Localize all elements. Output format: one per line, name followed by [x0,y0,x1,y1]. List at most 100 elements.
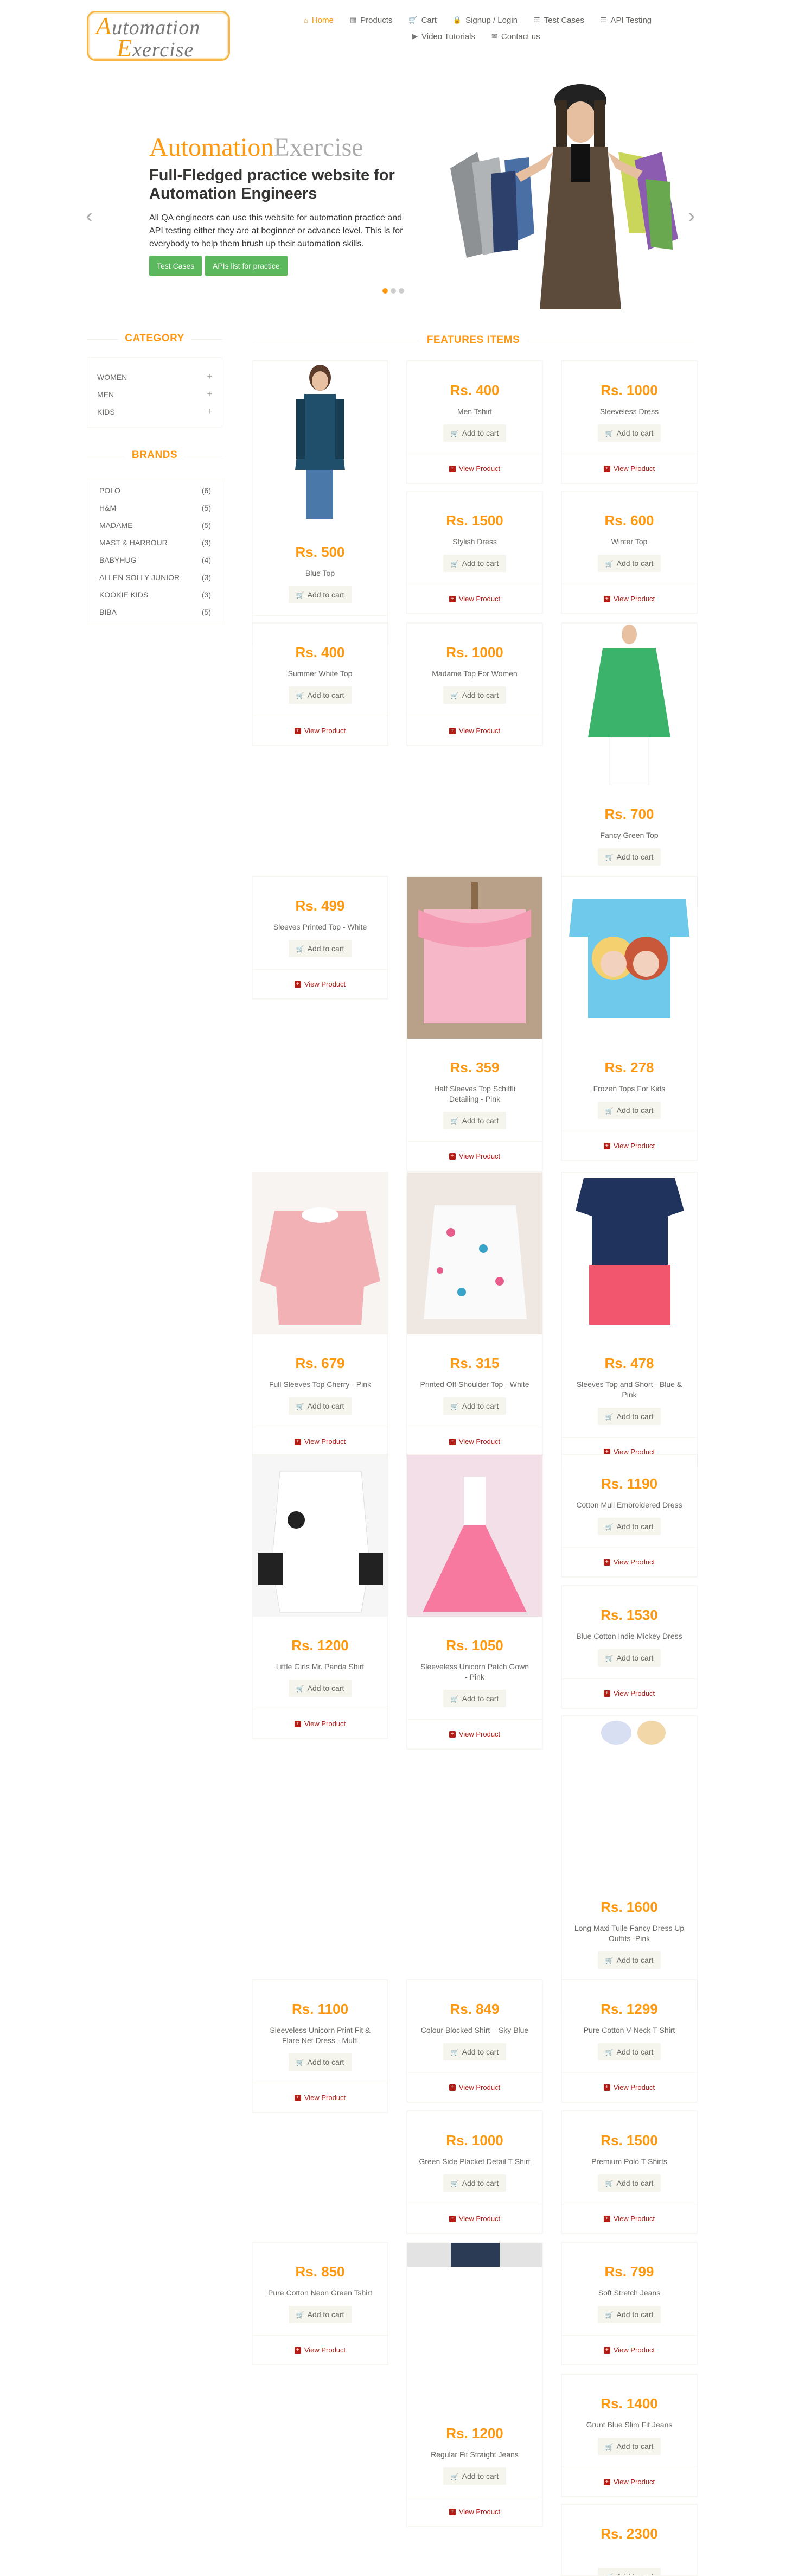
nav-api-testing[interactable]: ☰ API Testing [601,14,652,26]
slider-prev-icon[interactable]: ‹ [86,205,93,227]
add-to-cart-button[interactable]: 🛒Add to cart [597,424,661,442]
add-to-cart-button[interactable]: 🛒Add to cart [443,2043,507,2060]
view-product-label: View Product [458,727,501,735]
add-to-cart-button[interactable]: 🛒Add to cart [288,686,352,704]
slider-dot-1[interactable] [382,288,388,294]
nav-contact-us[interactable]: ✉ Contact us [491,30,540,42]
add-to-cart-button[interactable]: 🛒Add to cart [288,1680,352,1697]
add-to-cart-button[interactable]: 🛒Add to cart [597,1518,661,1535]
brand-item[interactable]: MADAME (5) [99,521,211,530]
nav-test-cases[interactable]: ☰ Test Cases [534,14,584,26]
product-card: Rs. 1100 Sleeveless Unicorn Print Fit & F… [252,1980,388,2113]
add-to-cart-button[interactable]: 🛒Add to cart [443,2467,507,2485]
envelope-icon: ✉ [491,32,497,40]
add-to-cart-button[interactable]: 🛒Add to cart [597,848,661,866]
view-product-link[interactable]: +View Product [562,454,697,483]
plus-icon[interactable]: + [207,372,212,382]
nav-video-tutorials[interactable]: ▶ Video Tutorials [412,30,475,42]
add-to-cart-button[interactable]: 🛒Add to cart [597,2043,661,2060]
brand-item[interactable]: ALLEN SOLLY JUNIOR (3) [99,573,211,582]
brand-name: BABYHUG [99,556,137,564]
view-product-link[interactable]: +View Product [407,1141,542,1171]
slider-dot-2[interactable] [391,288,396,294]
add-to-cart-button[interactable]: 🛒Add to cart [443,1397,507,1415]
add-to-cart-button[interactable]: 🛒Add to cart [597,555,661,572]
product-card: Rs. 850 Pure Cotton Neon Green Tshirt 🛒 Add… [252,2242,388,2365]
add-to-cart-button[interactable]: 🛒Add to cart [597,2438,661,2455]
view-product-link[interactable]: +View Product [562,2467,697,2496]
site-logo[interactable]: Automation Exercise [87,11,230,61]
add-to-cart-button[interactable]: 🛒Add to cart [443,2174,507,2192]
plus-square-icon: + [294,1720,301,1727]
nav-home[interactable]: ⌂ Home [304,14,334,26]
nav-cart-label: Cart [421,15,437,25]
plus-square-icon: + [603,2346,610,2354]
add-to-cart-button[interactable]: 🛒Add to cart [288,586,352,603]
view-product-link[interactable]: +View Product [407,2204,542,2233]
brand-item[interactable]: H&M (5) [99,504,211,512]
add-to-cart-button[interactable]: 🛒Add to cart [597,2174,661,2192]
nav-cart[interactable]: 🛒 Cart [408,14,437,26]
view-product-link[interactable]: +View Product [407,584,542,613]
view-product-link[interactable]: +View Product [562,2335,697,2364]
view-product-label: View Product [458,2215,501,2223]
view-product-link[interactable]: +View Product [407,2497,542,2526]
view-product-link[interactable]: +View Product [253,2335,387,2364]
view-product-link[interactable]: +View Product [407,716,542,745]
slider-dot-3[interactable] [399,288,404,294]
features-title: FEATURES ITEMS [252,334,694,346]
view-product-link[interactable]: +View Product [407,1427,542,1456]
add-to-cart-button[interactable]: 🛒Add to cart [288,2306,352,2323]
apis-list-button[interactable]: APIs list for practice [205,256,288,276]
add-to-cart-button[interactable]: 🛒Add to cart [288,2053,352,2071]
brand-item[interactable]: POLO (6) [99,486,211,495]
view-product-link[interactable]: +View Product [407,454,542,483]
view-product-link[interactable]: +View Product [562,2204,697,2233]
add-to-cart-button[interactable]: 🛒Add to cart [597,2306,661,2323]
add-to-cart-label: Add to cart [616,429,654,437]
category-panel: WOMEN + MEN + KIDS + [87,357,222,428]
add-to-cart-button[interactable]: 🛒Add to cart [443,686,507,704]
nav-products[interactable]: ▦ Products [350,14,393,26]
brand-item[interactable]: BABYHUG (4) [99,556,211,564]
product-name: Fancy Green Top [600,831,659,839]
view-product-link[interactable]: +View Product [253,1427,387,1456]
add-to-cart-button[interactable]: 🛒Add to cart [597,1951,661,1969]
add-to-cart-label: Add to cart [616,2310,654,2319]
product-price: Rs. 679 [295,1355,345,1371]
view-product-link[interactable]: +View Product [562,1547,697,1576]
category-kids[interactable]: KIDS [97,408,115,416]
add-to-cart-button[interactable]: 🛒Add to cart [597,1102,661,1119]
view-product-link[interactable]: +View Product [407,2072,542,2102]
view-product-link[interactable]: +View Product [253,2083,387,2112]
brand-item[interactable]: BIBA (5) [99,608,211,616]
plus-icon[interactable]: + [207,390,212,399]
category-men[interactable]: MEN [97,390,114,399]
plus-icon[interactable]: + [207,407,212,417]
view-product-link[interactable]: +View Product [562,1678,697,1708]
add-to-cart-button[interactable]: 🛒Add to cart [443,555,507,572]
category-women[interactable]: WOMEN [97,373,127,381]
add-to-cart-button[interactable]: 🛒Add to cart [597,2568,661,2575]
product-card: Rs. 849 Colour Blocked Shirt – Sky Blue 🛒 A… [407,1980,542,2102]
brand-item[interactable]: KOOKIE KIDS (3) [99,590,211,599]
test-cases-button[interactable]: Test Cases [149,256,202,276]
add-to-cart-button[interactable]: 🛒Add to cart [443,424,507,442]
add-to-cart-button[interactable]: 🛒Add to cart [443,1112,507,1129]
nav-signup-login[interactable]: 🔒 Signup / Login [453,14,518,26]
view-product-link[interactable]: +View Product [253,969,387,998]
add-to-cart-button[interactable]: 🛒Add to cart [288,1397,352,1415]
view-product-link[interactable]: +View Product [407,1719,542,1748]
brand-item[interactable]: MAST & HARBOUR (3) [99,538,211,547]
view-product-link[interactable]: +View Product [562,1131,697,1160]
add-to-cart-button[interactable]: 🛒Add to cart [597,1649,661,1667]
view-product-link[interactable]: +View Product [253,716,387,745]
view-product-link[interactable]: +View Product [253,1709,387,1738]
add-to-cart-button[interactable]: 🛒Add to cart [443,1690,507,1707]
add-to-cart-button[interactable]: 🛒Add to cart [288,940,352,957]
product-price: Rs. 1530 [601,1607,658,1623]
view-product-link[interactable]: +View Product [562,2072,697,2102]
add-to-cart-button[interactable]: 🛒Add to cart [597,1408,661,1425]
view-product-link[interactable]: +View Product [562,584,697,613]
product-name: Sleeves Printed Top - White [273,923,367,931]
